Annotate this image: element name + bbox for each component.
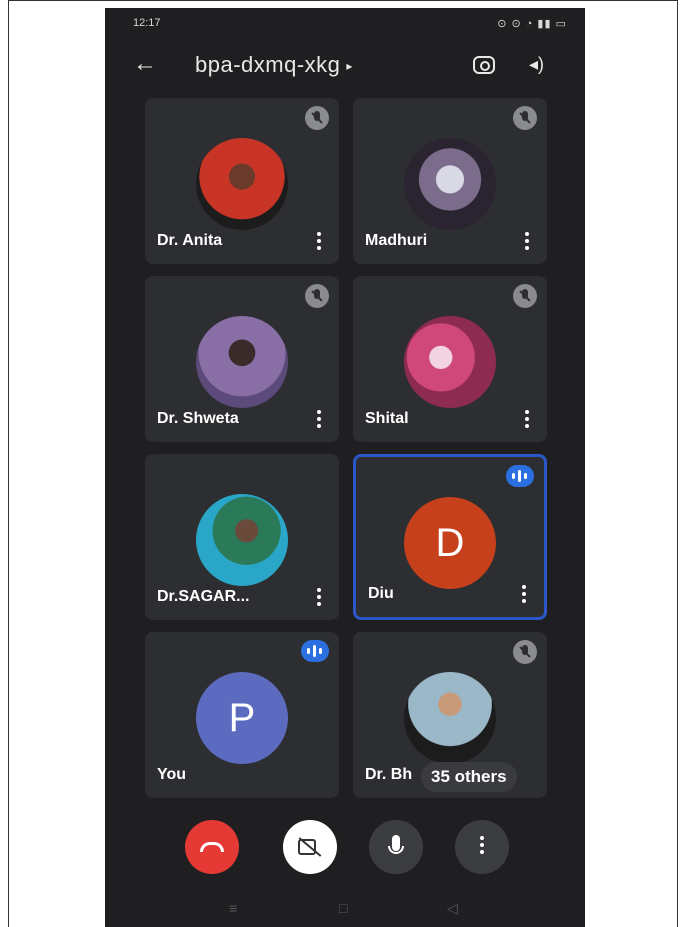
meeting-header: ← bpa-dxmq-xkg ▸ ◂) (105, 46, 585, 86)
participant-tile[interactable]: Dr. Anita (145, 98, 339, 264)
avatar (196, 316, 288, 408)
status-bar: 12:17 ⊙ ⊙ ◔ ▮▮ ▭ (105, 8, 585, 38)
participant-name: Diu (368, 585, 394, 602)
participant-name: Dr. Shweta (157, 410, 239, 427)
camera-off-icon[interactable] (283, 820, 337, 874)
participant-name: Shital (365, 410, 409, 427)
participant-tile[interactable]: Madhuri (353, 98, 547, 264)
participant-tile[interactable]: P You (145, 632, 339, 798)
camera-flip-icon[interactable] (473, 56, 495, 74)
end-call-icon[interactable] (185, 820, 239, 874)
participant-tile[interactable]: Dr. Shweta (145, 276, 339, 442)
mic-icon[interactable] (369, 820, 423, 874)
avatar: D (404, 497, 496, 589)
back-arrow-icon[interactable]: ← (133, 52, 157, 76)
avatar (196, 138, 288, 230)
mic-off-icon (513, 284, 537, 308)
home-icon[interactable]: □ (339, 900, 347, 916)
avatar (404, 672, 496, 764)
status-time: 12:17 (133, 17, 161, 29)
avatar (404, 316, 496, 408)
speaking-indicator-icon (301, 640, 329, 662)
mic-off-icon (305, 284, 329, 308)
speaking-indicator-icon (506, 465, 534, 487)
participant-name: You (157, 766, 187, 783)
mic-off-icon (305, 106, 329, 130)
more-vertical-icon[interactable] (317, 410, 321, 428)
avatar: P (196, 672, 288, 764)
mic-off-icon (513, 640, 537, 664)
participant-name: Dr. Bh (365, 766, 413, 783)
status-icons: ⊙ ⊙ ◔ ▮▮ ▭ (497, 18, 567, 30)
avatar-letter: P (228, 695, 256, 740)
phone-screen: 12:17 ⊙ ⊙ ◔ ▮▮ ▭ ← bpa-dxmq-xkg ▸ ◂) Dr. … (105, 8, 585, 927)
call-controls (105, 820, 585, 880)
recents-icon[interactable]: ≡ (229, 900, 237, 916)
back-icon[interactable]: ◁ (447, 900, 458, 917)
participant-name: Dr.SAGAR... (157, 588, 250, 605)
avatar (404, 138, 496, 230)
mic-off-icon (513, 106, 537, 130)
more-vertical-icon[interactable] (455, 820, 509, 874)
participant-tile[interactable]: Shital (353, 276, 547, 442)
more-vertical-icon[interactable] (317, 588, 321, 606)
more-vertical-icon[interactable] (525, 232, 529, 250)
speaker-icon[interactable]: ◂) (529, 54, 544, 75)
participant-tile[interactable]: Dr.SAGAR... (145, 454, 339, 620)
participant-name: Dr. Anita (157, 232, 223, 249)
more-vertical-icon[interactable] (525, 410, 529, 428)
caret-icon: ▸ (346, 59, 353, 74)
others-count-chip[interactable]: 35 others (421, 762, 517, 792)
more-vertical-icon[interactable] (317, 232, 321, 250)
avatar-letter: D (435, 520, 465, 565)
participant-name: Madhuri (365, 232, 428, 249)
more-vertical-icon[interactable] (522, 585, 526, 603)
meeting-code-button[interactable]: bpa-dxmq-xkg ▸ (195, 52, 353, 78)
avatar (196, 494, 288, 586)
meeting-code: bpa-dxmq-xkg (195, 52, 341, 77)
system-nav-bar: ≡ □ ◁ (105, 888, 585, 927)
participant-tile-active[interactable]: D Diu (353, 454, 547, 620)
